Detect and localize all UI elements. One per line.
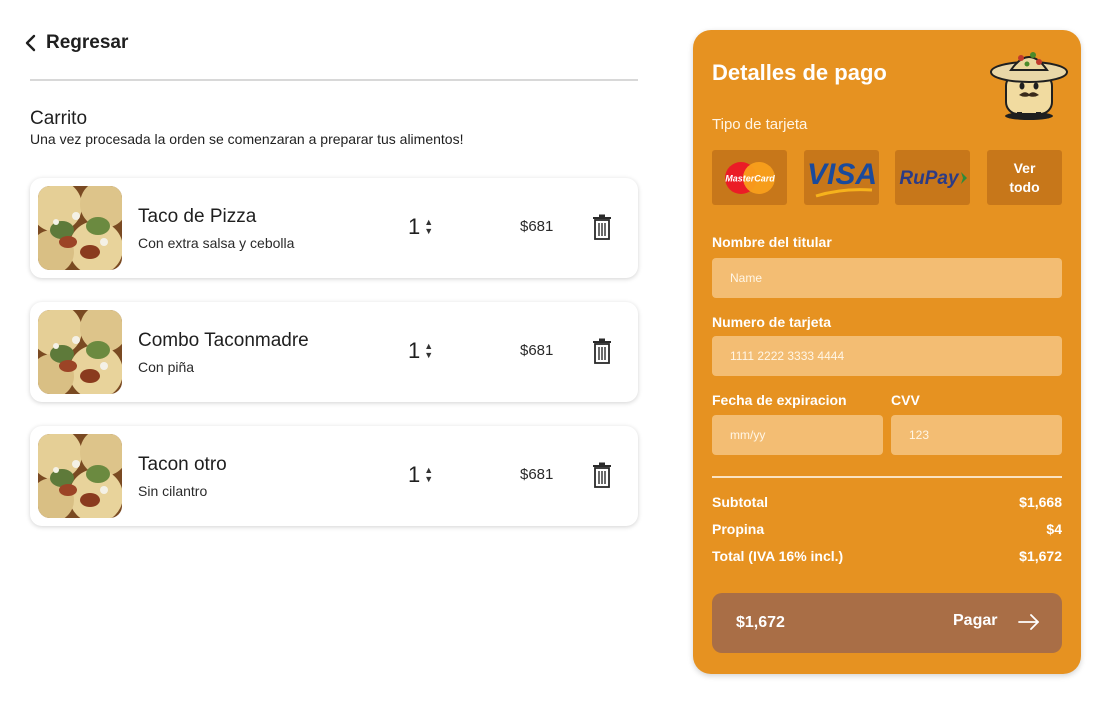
trash-icon[interactable]: [592, 214, 612, 240]
card-number-field[interactable]: [712, 336, 1062, 376]
cart-title: Carrito: [30, 108, 88, 129]
rupay-option[interactable]: RuPay: [895, 150, 970, 205]
item-name: Taco de Pizza: [138, 206, 257, 227]
quantity-stepper[interactable]: 1 ▲ ▼: [408, 338, 433, 364]
mastercard-logo: MasterCard: [724, 161, 775, 194]
pay-label: Pagar: [953, 612, 998, 629]
card-number-label: Numero de tarjeta: [712, 314, 832, 330]
item-description: Con piña: [138, 359, 195, 375]
svg-text:RuPay: RuPay: [899, 168, 960, 189]
header-divider: [30, 79, 638, 81]
svg-text:MasterCard: MasterCard: [725, 173, 775, 183]
taco-image: [38, 434, 122, 518]
summary-divider: [712, 476, 1062, 478]
pay-button[interactable]: $1,672 Pagar: [712, 593, 1062, 653]
view-all-line-2: todo: [1009, 178, 1040, 195]
taco-mascot-logo: [990, 52, 1068, 120]
chevron-left-icon: [25, 34, 36, 52]
item-price: $681: [520, 218, 554, 235]
rupay-logo: RuPay: [899, 168, 967, 189]
stepper-arrows-icon[interactable]: ▲ ▼: [424, 218, 433, 236]
cart-item: Tacon otro Sin cilantro 1 ▲ ▼ $681: [30, 426, 638, 526]
subtotal-value: $1,668: [1019, 494, 1062, 510]
tip-label: Propina: [712, 521, 765, 537]
cart-item: Taco de Pizza Con extra salsa y cebolla …: [30, 178, 638, 278]
total-label: Total (IVA 16% incl.): [712, 548, 844, 564]
item-description: Con extra salsa y cebolla: [138, 235, 295, 251]
payment-title: Detalles de pago: [712, 60, 887, 85]
arrow-right-icon: [1018, 614, 1039, 630]
quantity-stepper[interactable]: 1 ▲ ▼: [408, 462, 433, 488]
cvv-field[interactable]: [891, 415, 1062, 455]
quantity-value: 1: [408, 338, 421, 363]
item-price: $681: [520, 342, 554, 359]
pay-amount: $1,672: [736, 614, 785, 631]
taco-image: [38, 186, 122, 270]
tip-row: Propina $4: [712, 521, 1062, 537]
stepper-arrows-icon[interactable]: ▲ ▼: [424, 342, 433, 360]
expiry-label: Fecha de expiracion: [712, 392, 847, 408]
svg-text:VISA: VISA: [806, 158, 876, 191]
mastercard-option[interactable]: MasterCard: [712, 150, 787, 205]
quantity-value: 1: [408, 214, 421, 239]
total-value: $1,672: [1019, 548, 1062, 564]
holder-label: Nombre del titular: [712, 234, 832, 250]
view-all-line-1: Ver: [1013, 159, 1036, 176]
cvv-label: CVV: [891, 392, 920, 408]
visa-logo: VISA: [806, 158, 877, 197]
quantity-value: 1: [408, 462, 421, 487]
cart-item: Combo Taconmadre Con piña 1 ▲ ▼ $681: [30, 302, 638, 402]
trash-icon[interactable]: [592, 462, 612, 488]
payment-panel: Detalles de pago Tipo de tarjeta MasterC…: [693, 30, 1081, 674]
quantity-stepper[interactable]: 1 ▲ ▼: [408, 214, 433, 240]
back-label: Regresar: [46, 32, 129, 53]
card-type-label: Tipo de tarjeta: [712, 116, 808, 133]
subtotal-label: Subtotal: [712, 494, 768, 510]
total-row: Total (IVA 16% incl.) $1,672: [712, 548, 1062, 564]
back-button[interactable]: Regresar: [24, 32, 128, 54]
view-all-cards-button[interactable]: Ver todo: [987, 150, 1062, 205]
item-description: Sin cilantro: [138, 483, 208, 499]
item-price: $681: [520, 466, 554, 483]
taco-image: [38, 310, 122, 394]
trash-icon[interactable]: [592, 338, 612, 364]
expiry-field[interactable]: [712, 415, 883, 455]
item-name: Combo Taconmadre: [138, 330, 309, 351]
tip-value: $4: [1046, 521, 1062, 537]
holder-name-field[interactable]: [712, 258, 1062, 298]
stepper-arrows-icon[interactable]: ▲ ▼: [424, 466, 433, 484]
visa-option[interactable]: VISA: [804, 150, 879, 205]
cart-subtitle: Una vez procesada la orden se comenzaran…: [30, 131, 464, 147]
subtotal-row: Subtotal $1,668: [712, 494, 1062, 510]
item-name: Tacon otro: [138, 454, 227, 475]
